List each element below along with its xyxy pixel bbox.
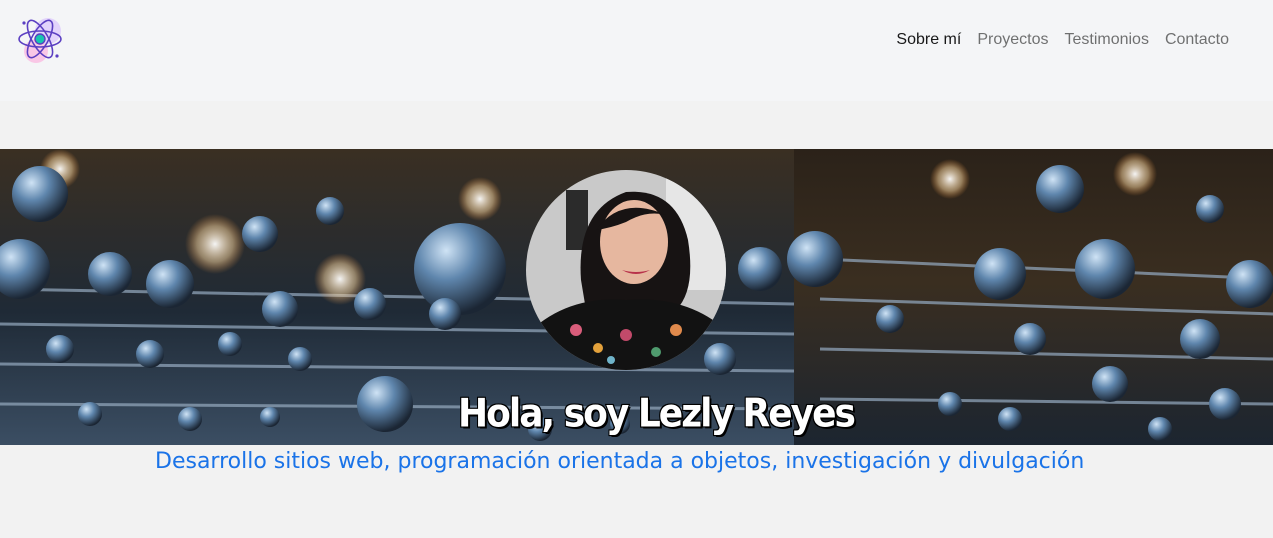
navbar: Sobre mí Proyectos Testimonios Contacto bbox=[0, 0, 1273, 101]
nav-link-sobre-mi[interactable]: Sobre mí bbox=[896, 30, 961, 50]
nav-link-proyectos[interactable]: Proyectos bbox=[977, 30, 1048, 50]
atom-logo-icon[interactable] bbox=[14, 13, 66, 65]
profile-photo bbox=[526, 170, 726, 370]
main-nav: Sobre mí Proyectos Testimonios Contacto bbox=[896, 30, 1229, 50]
nav-link-testimonios[interactable]: Testimonios bbox=[1064, 30, 1148, 50]
nav-link-contacto[interactable]: Contacto bbox=[1165, 30, 1229, 50]
hero-greeting: Hola, soy Lezly Reyes bbox=[457, 391, 857, 437]
tagline-container: Desarrollo sitios web, programación orie… bbox=[155, 448, 1089, 476]
hero-tagline: Desarrollo sitios web, programación orie… bbox=[155, 449, 1089, 474]
